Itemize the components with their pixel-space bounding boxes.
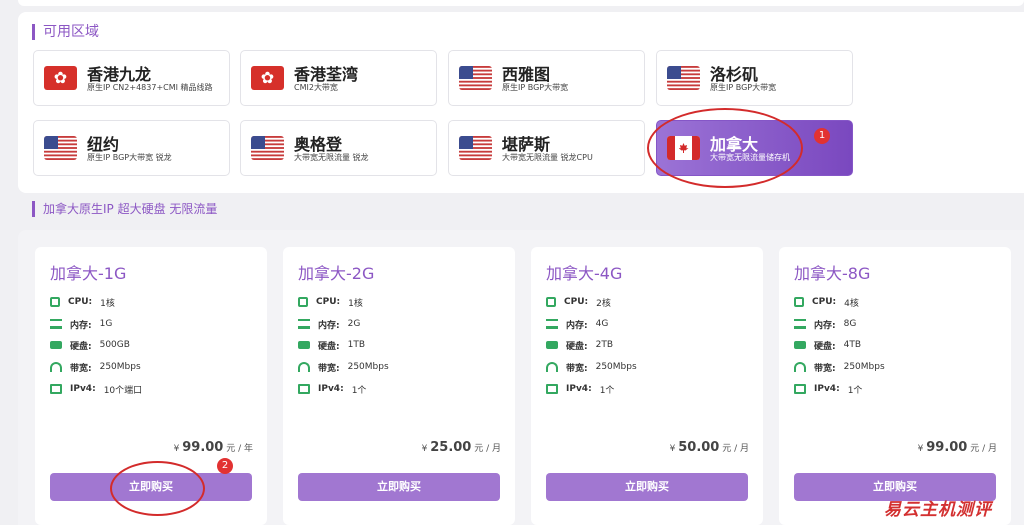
network-icon (546, 384, 558, 394)
buy-now-button[interactable]: 立即购买 (298, 473, 500, 501)
annotation-circle-buy (110, 461, 205, 516)
spec-cpu: CPU: 4核 (794, 295, 859, 309)
spec-bandwidth: 带宽: 250Mbps (50, 360, 141, 374)
region-card-los-angeles[interactable]: 洛杉矶 原生IP BGP大带宽 (656, 50, 853, 106)
cpu-icon (298, 297, 308, 307)
plan-name: 加拿大-4G (546, 264, 623, 283)
annotation-badge: 1 (814, 128, 830, 144)
region-desc: CMI2大带宽 (294, 83, 338, 92)
ram-icon (546, 319, 558, 329)
spec-ipv4: IPv4: 1个 (546, 382, 614, 396)
cpu-icon (546, 297, 556, 307)
plan-card: 加拿大-8G CPU: 4核 内存: 8G 硬盘: 4TB 带宽: 250Mbps IP… (779, 247, 1011, 525)
region-section-title: 可用区域 (32, 24, 99, 40)
wifi-icon (298, 362, 310, 372)
region-card-kansas[interactable]: 堪萨斯 大带宽无限流量 锐龙CPU (448, 120, 645, 176)
spec-ipv4: IPv4: 1个 (794, 382, 862, 396)
cpu-icon (794, 297, 804, 307)
us-flag-icon (459, 136, 492, 160)
buy-now-button[interactable]: 立即购买 (546, 473, 748, 501)
spec-bandwidth: 带宽: 250Mbps (298, 360, 389, 374)
plan-price: ¥ 25.00 元 / 月 (421, 440, 501, 455)
plan-card: 加拿大-2G CPU: 1核 内存: 2G 硬盘: 1TB 带宽: 250Mbps IP… (283, 247, 515, 525)
region-desc: 原生IP BGP大带宽 (710, 83, 777, 92)
ram-icon (794, 319, 806, 329)
region-desc: 原生IP BGP大带宽 锐龙 (87, 153, 172, 162)
spec-bandwidth: 带宽: 250Mbps (546, 360, 637, 374)
spec-ram: 内存: 1G (50, 317, 112, 331)
network-icon (298, 384, 310, 394)
disk-icon (298, 341, 310, 349)
spec-ram: 内存: 4G (546, 317, 608, 331)
us-flag-icon (459, 66, 492, 90)
us-flag-icon (667, 66, 700, 90)
annotation-badge: 2 (217, 458, 233, 474)
region-card-hk-kowloon[interactable]: ✿ 香港九龙 原生IP CN2+4837+CMI 精品线路 (33, 50, 230, 106)
spec-ram: 内存: 8G (794, 317, 856, 331)
disk-icon (546, 341, 558, 349)
plan-name: 加拿大-2G (298, 264, 375, 283)
spec-disk: 硬盘: 500GB (50, 338, 130, 352)
spec-ipv4: IPv4: 1个 (298, 382, 366, 396)
disk-icon (50, 341, 62, 349)
spec-disk: 硬盘: 4TB (794, 338, 861, 352)
spec-cpu: CPU: 1核 (298, 295, 363, 309)
plan-name: 加拿大-8G (794, 264, 871, 283)
us-flag-icon (44, 136, 77, 160)
region-desc: 原生IP CN2+4837+CMI 精品线路 (87, 83, 213, 92)
wifi-icon (50, 362, 62, 372)
us-flag-icon (251, 136, 284, 160)
region-desc: 大带宽无限流量 锐龙 (294, 153, 369, 162)
hong-kong-flag-icon: ✿ (251, 66, 284, 90)
ram-icon (298, 319, 310, 329)
region-card-new-york[interactable]: 纽约 原生IP BGP大带宽 锐龙 (33, 120, 230, 176)
spec-disk: 硬盘: 1TB (298, 338, 365, 352)
watermark: 易云主机测评 (884, 500, 992, 520)
region-desc: 原生IP BGP大带宽 (502, 83, 569, 92)
spec-disk: 硬盘: 2TB (546, 338, 613, 352)
network-icon (794, 384, 806, 394)
spec-cpu: CPU: 2核 (546, 295, 611, 309)
disk-icon (794, 341, 806, 349)
plan-card: 加拿大-4G CPU: 2核 内存: 4G 硬盘: 2TB 带宽: 250Mbps IP… (531, 247, 763, 525)
plans-section-title: 加拿大原生IP 超大硬盘 无限流量 (32, 201, 217, 217)
region-card-seattle[interactable]: 西雅图 原生IP BGP大带宽 (448, 50, 645, 106)
network-icon (50, 384, 62, 394)
plan-price: ¥ 99.00 元 / 月 (917, 440, 997, 455)
plan-name: 加拿大-1G (50, 264, 127, 283)
spec-ipv4: IPv4: 10个端口 (50, 382, 142, 396)
region-card-ogden[interactable]: 奥格登 大带宽无限流量 锐龙 (240, 120, 437, 176)
spec-bandwidth: 带宽: 250Mbps (794, 360, 885, 374)
wifi-icon (546, 362, 558, 372)
plan-price: ¥ 50.00 元 / 月 (669, 440, 749, 455)
spec-cpu: CPU: 1核 (50, 295, 115, 309)
wifi-icon (794, 362, 806, 372)
spec-ram: 内存: 2G (298, 317, 360, 331)
top-panel-edge (18, 0, 1024, 6)
cpu-icon (50, 297, 60, 307)
hong-kong-flag-icon: ✿ (44, 66, 77, 90)
region-desc: 大带宽无限流量 锐龙CPU (502, 153, 593, 162)
annotation-circle-region (647, 108, 803, 188)
plan-price: ¥ 99.00 元 / 年 (173, 440, 253, 455)
ram-icon (50, 319, 62, 329)
region-card-hk-tsuen-wan[interactable]: ✿ 香港荃湾 CMI2大带宽 (240, 50, 437, 106)
